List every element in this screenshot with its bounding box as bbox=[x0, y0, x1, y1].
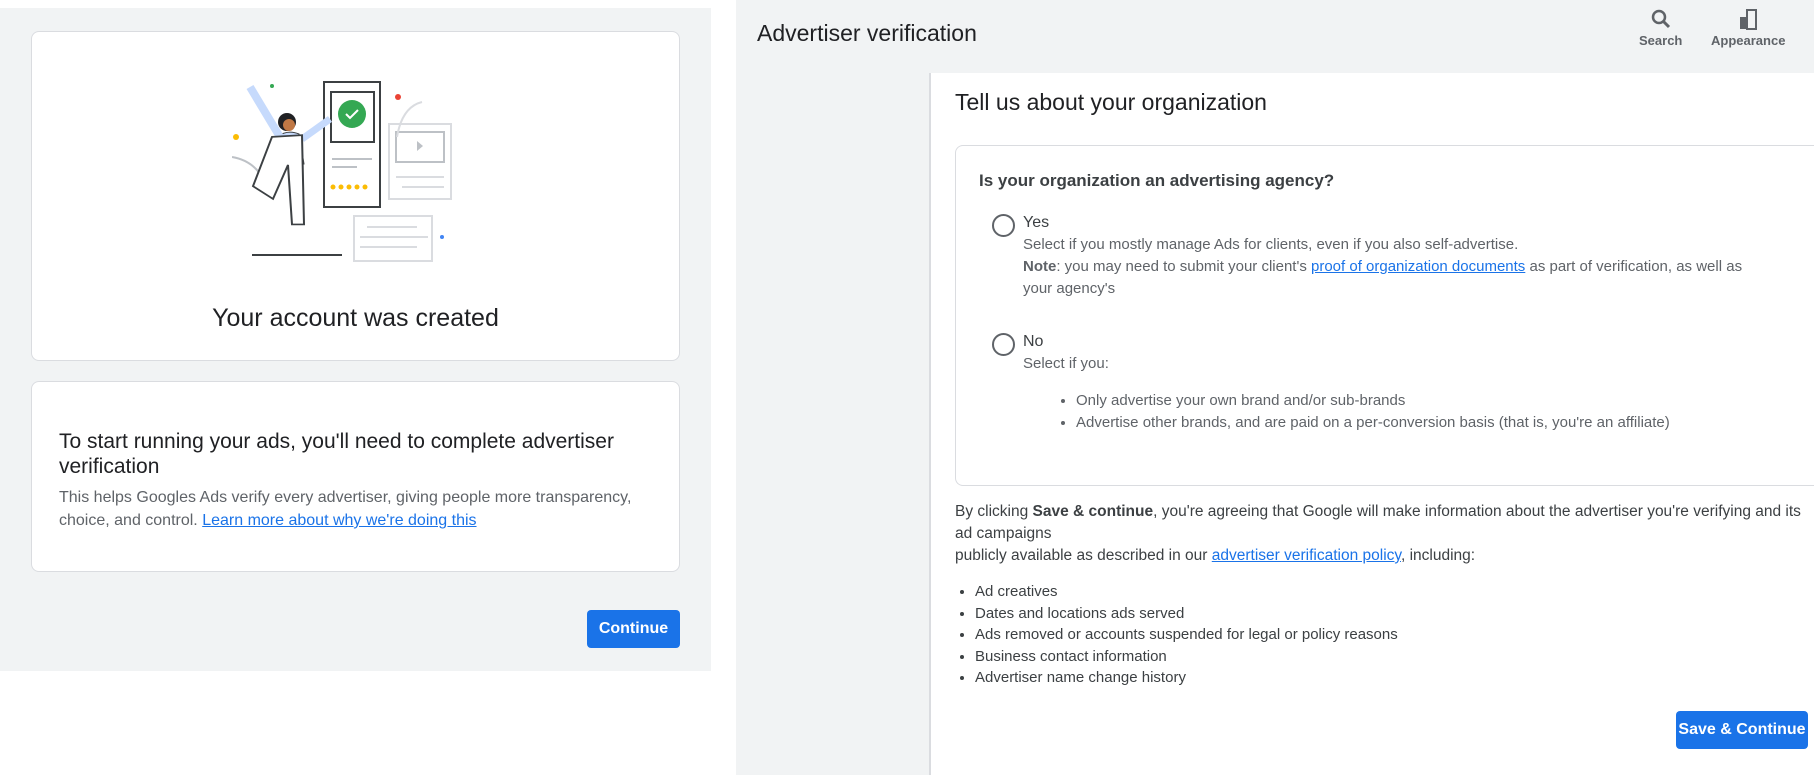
no-bullets: Only advertise your own brand and/or sub… bbox=[1076, 390, 1670, 433]
learn-more-link[interactable]: Learn more about why we're doing this bbox=[202, 512, 476, 529]
section-title: Tell us about your organization bbox=[955, 89, 1267, 115]
yes-note: Note: you may need to submit your client… bbox=[1023, 256, 1763, 300]
consent-line1: By clicking Save & continue, you're agre… bbox=[955, 501, 1814, 545]
search-icon bbox=[1651, 9, 1670, 29]
verification-info-card: To start running your ads, you'll need t… bbox=[31, 381, 680, 572]
appearance-label: Appearance bbox=[1711, 33, 1786, 48]
yes-label[interactable]: Yes bbox=[1023, 214, 1049, 232]
disclosed-info-list: Ad creatives Dates and locations ads ser… bbox=[975, 581, 1398, 689]
no-bullet: Only advertise your own brand and/or sub… bbox=[1076, 390, 1670, 412]
radio-no[interactable] bbox=[992, 333, 1015, 356]
advertiser-verification-panel: Advertiser verification Search Appearanc… bbox=[736, 0, 1814, 775]
list-item: Advertiser name change history bbox=[975, 667, 1398, 689]
yes-description: Select if you mostly manage Ads for clie… bbox=[1023, 234, 1763, 300]
note-bold: Note bbox=[1023, 258, 1057, 275]
continue-button[interactable]: Continue bbox=[587, 610, 680, 648]
search-button[interactable]: Search bbox=[1639, 8, 1682, 48]
appearance-button[interactable]: Appearance bbox=[1711, 8, 1785, 48]
radio-yes[interactable] bbox=[992, 214, 1015, 237]
consent-pre: By clicking bbox=[955, 503, 1033, 520]
note-pre: : you may need to submit your client's bbox=[1056, 258, 1311, 275]
form-content: Tell us about your organization Is your … bbox=[929, 73, 1814, 775]
proof-docs-link[interactable]: proof of organization documents bbox=[1311, 258, 1525, 275]
save-continue-button[interactable]: Save & Continue bbox=[1676, 711, 1808, 749]
verification-heading: To start running your ads, you'll need t… bbox=[59, 430, 614, 478]
celebration-illustration bbox=[232, 81, 452, 262]
consent-line2-pre: publicly available as described in our bbox=[955, 547, 1212, 564]
list-item: Ad creatives bbox=[975, 581, 1398, 603]
appearance-icon bbox=[1740, 9, 1758, 30]
list-item: Dates and locations ads served bbox=[975, 603, 1398, 625]
account-created-panel: Your account was created To start runnin… bbox=[0, 8, 711, 671]
account-created-card: Your account was created bbox=[31, 31, 680, 361]
yes-desc-text: Select if you mostly manage Ads for clie… bbox=[1023, 236, 1519, 253]
consent-bold: Save & continue bbox=[1032, 503, 1154, 520]
verification-policy-link[interactable]: advertiser verification policy bbox=[1212, 547, 1401, 564]
list-item: Business contact information bbox=[975, 646, 1398, 668]
no-label[interactable]: No bbox=[1023, 333, 1043, 351]
page-title: Advertiser verification bbox=[757, 20, 977, 46]
list-item: Ads removed or accounts suspended for le… bbox=[975, 624, 1398, 646]
account-created-title: Your account was created bbox=[212, 304, 499, 332]
consent-text: By clicking Save & continue, you're agre… bbox=[955, 501, 1814, 567]
search-label: Search bbox=[1639, 33, 1683, 48]
agency-question-card: Is your organization an advertising agen… bbox=[955, 145, 1814, 486]
consent-line2: publicly available as described in our a… bbox=[955, 545, 1814, 567]
agency-question: Is your organization an advertising agen… bbox=[979, 171, 1335, 190]
verification-body: This helps Googles Ads verify every adve… bbox=[59, 486, 649, 532]
consent-line2-post: , including: bbox=[1401, 547, 1476, 564]
no-bullet: Advertise other brands, and are paid on … bbox=[1076, 412, 1670, 434]
no-description: Select if you: bbox=[1023, 355, 1109, 372]
